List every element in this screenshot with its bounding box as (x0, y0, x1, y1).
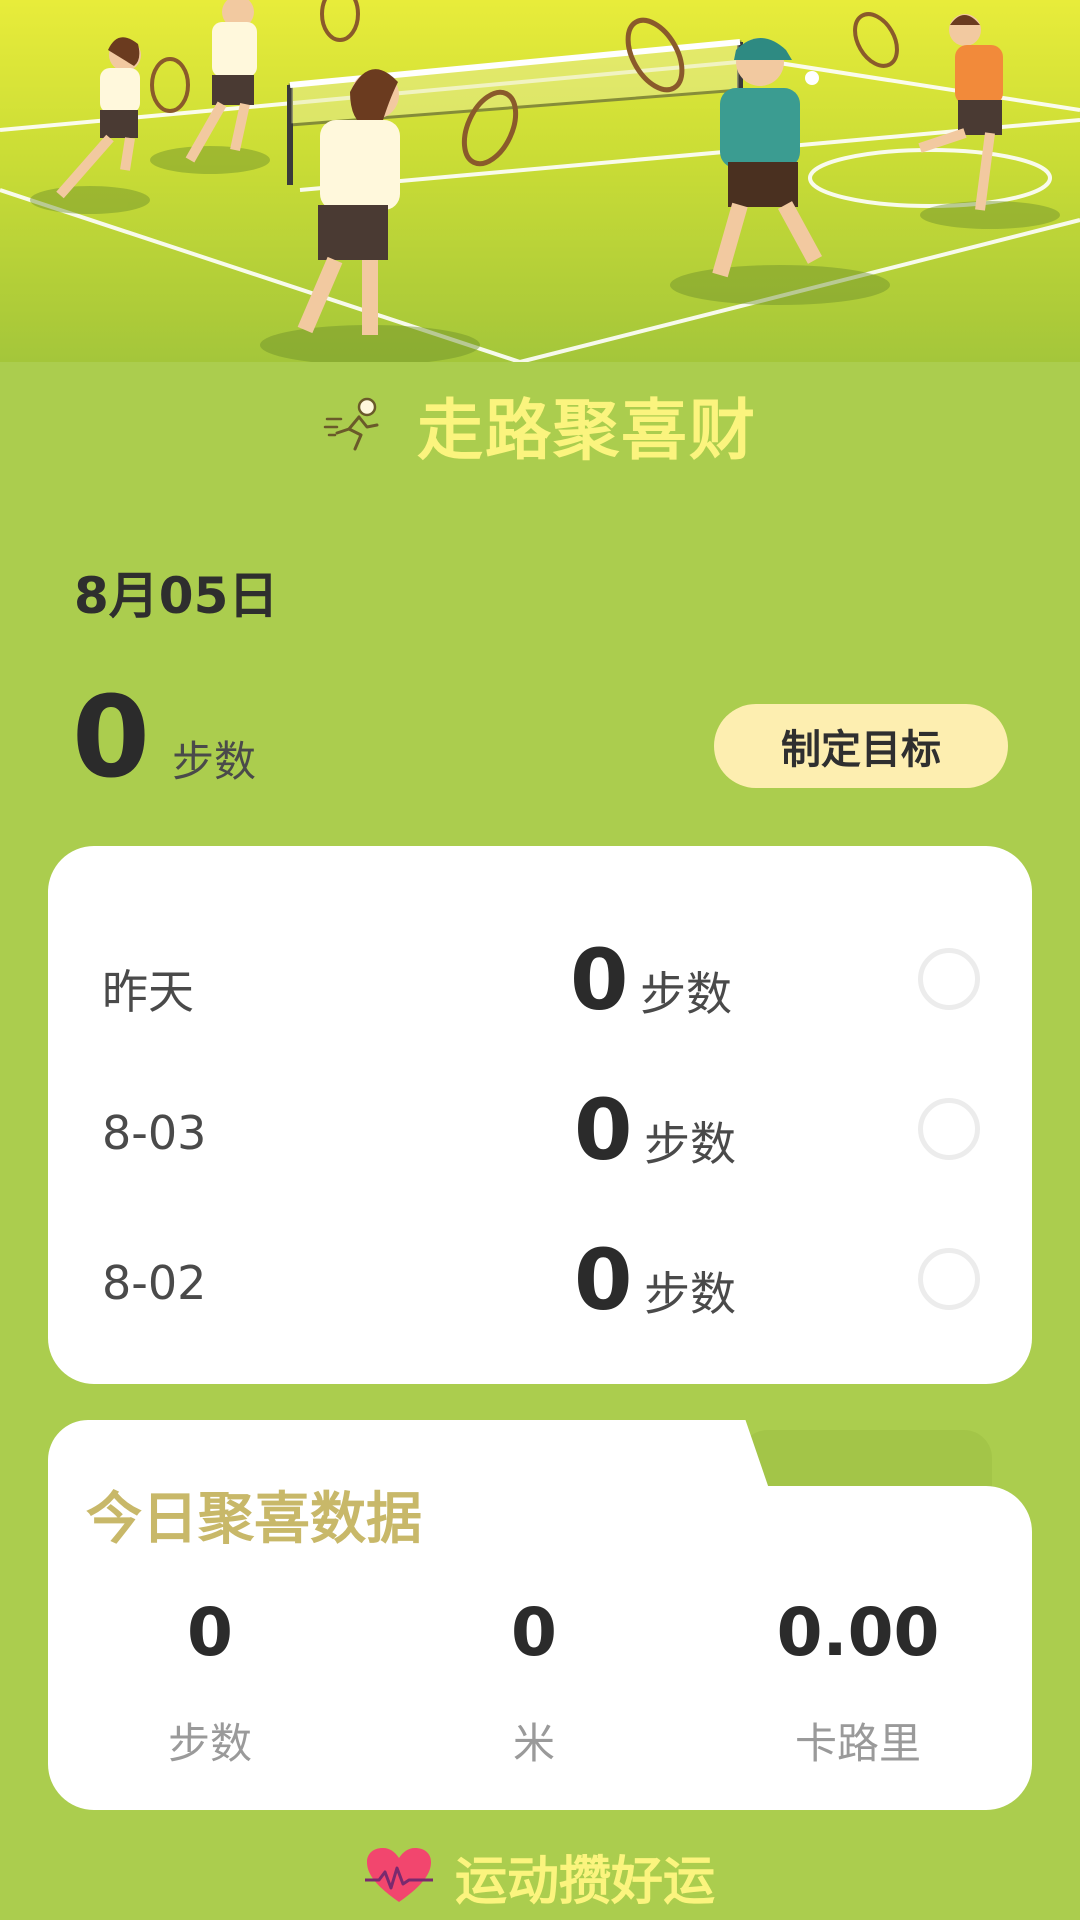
stat-label: 步数 (167, 1719, 252, 1768)
page-title: 走路聚喜财 (417, 392, 757, 469)
history-steps-unit: 步数 (644, 1117, 736, 1171)
hero-illustration (0, 0, 1080, 362)
today-steps-value: 0 (72, 673, 150, 803)
step-history-card: 昨天 0 步数 8-03 0 步数 8-02 0 步数 (48, 846, 1032, 1384)
history-check-circle[interactable] (918, 1248, 980, 1310)
history-steps-value: 0 (574, 1231, 633, 1329)
current-date: 8月05日 (74, 567, 279, 625)
history-steps-unit: 步数 (640, 967, 732, 1021)
history-check-circle[interactable] (918, 1098, 980, 1160)
history-day: 昨天 (102, 965, 194, 1019)
today-steps-unit: 步数 (171, 737, 256, 786)
history-steps-unit: 步数 (644, 1267, 736, 1321)
history-steps-value: 0 (570, 931, 629, 1029)
app-title-row: 走路聚喜财 (0, 380, 1080, 470)
history-day: 8-02 (102, 1256, 207, 1310)
footer-text: 运动攒好运 (454, 1851, 715, 1912)
stat-steps: 0 步数 (80, 1600, 340, 1771)
history-row[interactable]: 昨天 0 步数 (48, 926, 1032, 1036)
runner-icon (323, 397, 379, 451)
stat-value: 0 (187, 1594, 233, 1671)
heart-pulse-icon (364, 1848, 433, 1902)
stat-label: 卡路里 (794, 1719, 921, 1768)
badminton-players-illustration (0, 0, 1080, 362)
history-check-circle[interactable] (918, 948, 980, 1010)
set-goal-button[interactable]: 制定目标 (714, 704, 1008, 788)
today-steps: 0 步数 (72, 682, 256, 794)
stats-heading: 今日聚喜数据 (86, 1487, 422, 1552)
history-day: 8-03 (102, 1106, 207, 1160)
stat-value: 0.00 (776, 1594, 940, 1671)
stat-distance: 0 米 (404, 1600, 664, 1771)
history-steps-value: 0 (574, 1081, 633, 1179)
stat-value: 0 (511, 1594, 557, 1671)
footer-banner[interactable]: 运动攒好运 (0, 1836, 1080, 1916)
stat-label: 米 (512, 1719, 555, 1768)
stat-calories: 0.00 卡路里 (728, 1600, 988, 1771)
history-row[interactable]: 8-02 0 步数 (48, 1226, 1032, 1336)
history-row[interactable]: 8-03 0 步数 (48, 1076, 1032, 1186)
